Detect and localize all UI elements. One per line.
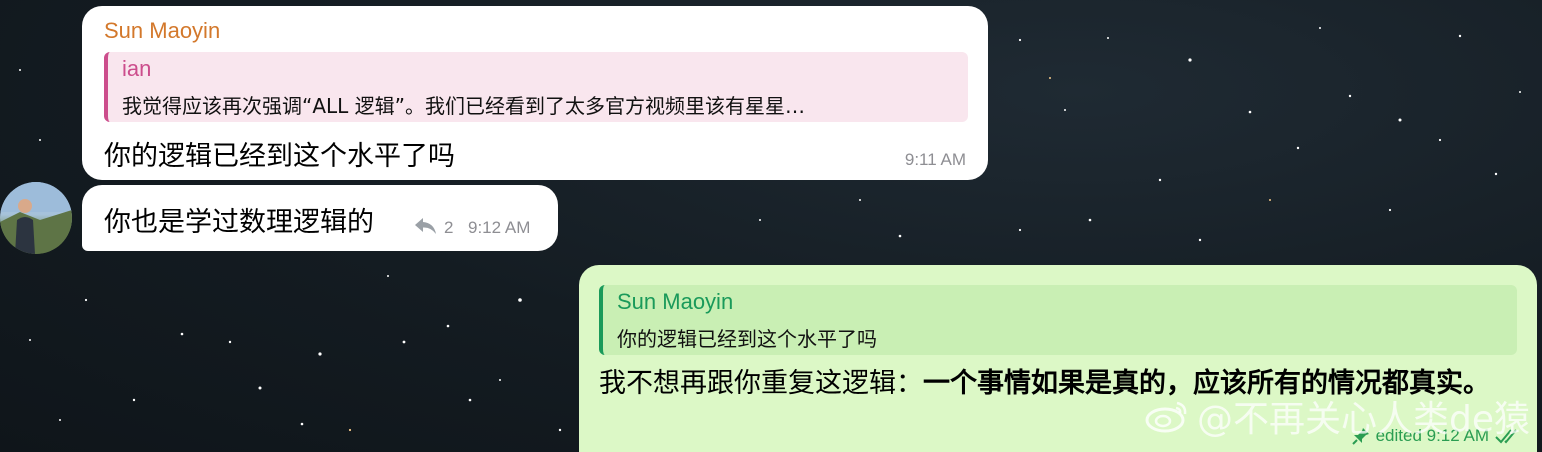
reply-quote-name: Sun Maoyin: [617, 289, 734, 314]
reply-quote-name: ian: [122, 56, 152, 81]
watermark-text: @不再关心人类de猿: [1196, 399, 1530, 440]
message-text: 你也是学过数理逻辑的: [104, 207, 374, 238]
message-bubble-incoming[interactable]: Sun Maoyin ian 我觉得应该再次强调“ALL 逻辑”。我们已经看到了…: [82, 6, 988, 180]
sender-name[interactable]: Sun Maoyin: [104, 18, 220, 44]
reply-count[interactable]: 2: [444, 218, 453, 238]
avatar-photo: [0, 182, 72, 254]
reply-quote-text: 我觉得应该再次强调“ALL 逻辑”。我们已经看到了太多官方视频里该有星星…: [122, 94, 806, 118]
message-bubble-incoming[interactable]: 你也是学过数理逻辑的 2 9:12 AM: [82, 185, 558, 251]
sender-avatar[interactable]: [0, 182, 72, 254]
reply-arrow-icon: [415, 218, 436, 234]
reply-quote-text: 你的逻辑已经到这个水平了吗: [617, 327, 877, 351]
message-text-plain: 我不想再跟你重复这逻辑：: [599, 368, 923, 399]
reply-quote[interactable]: ian 我觉得应该再次强调“ALL 逻辑”。我们已经看到了太多官方视频里该有星星…: [104, 52, 968, 122]
reply-quote[interactable]: Sun Maoyin 你的逻辑已经到这个水平了吗: [599, 285, 1517, 355]
message-time: 9:11 AM: [904, 150, 966, 169]
message-time: 9:12 AM: [468, 218, 531, 237]
weibo-logo-icon: [1145, 401, 1187, 433]
message-text: 你的逻辑已经到这个水平了吗: [104, 141, 455, 172]
watermark: @不再关心人类de猿: [1145, 390, 1530, 442]
